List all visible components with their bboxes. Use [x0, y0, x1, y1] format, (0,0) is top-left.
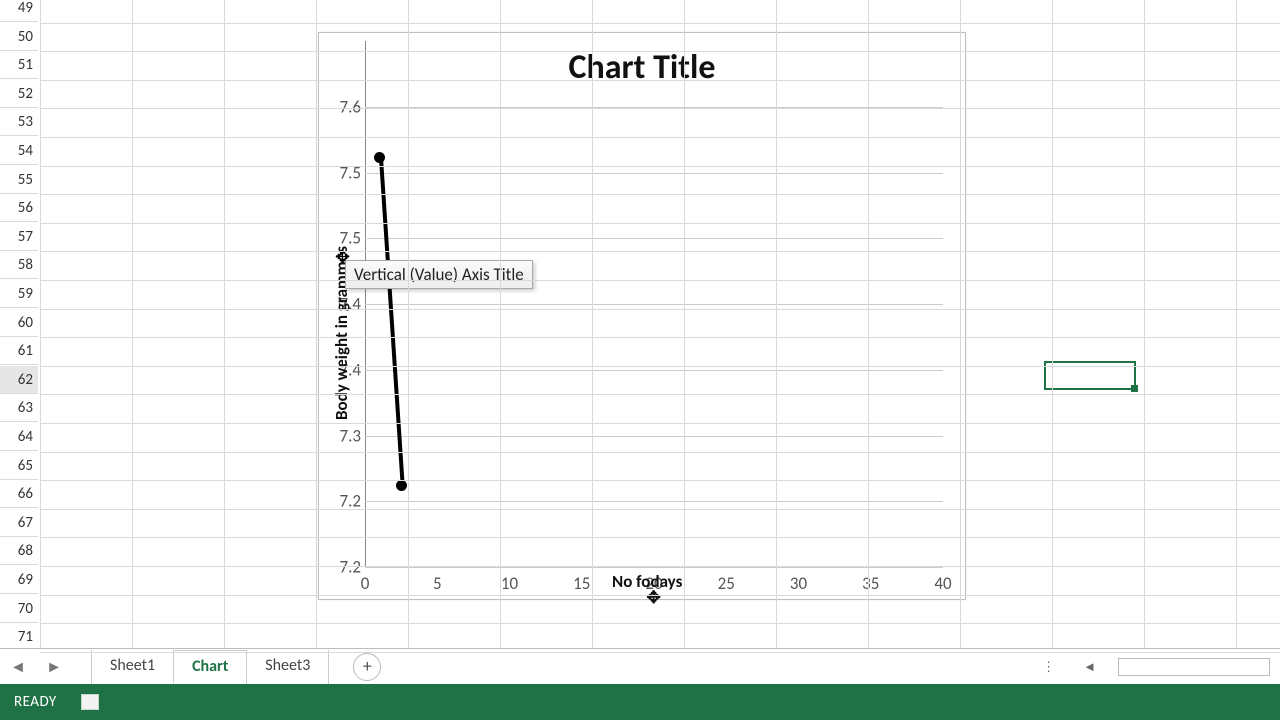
- x-tick-label: 35: [862, 573, 879, 594]
- row-header[interactable]: 64: [0, 423, 38, 451]
- row-header[interactable]: 52: [0, 80, 38, 108]
- row-headers: 4950515253545556575859606162636465666768…: [0, 0, 41, 648]
- sheet-tabs: Sheet1ChartSheet3: [92, 650, 329, 684]
- macro-record-icon[interactable]: [81, 694, 99, 710]
- row-header[interactable]: 69: [0, 566, 38, 594]
- row-header[interactable]: 58: [0, 251, 38, 279]
- row-header[interactable]: 66: [0, 480, 38, 508]
- x-tick-label: 40: [934, 573, 951, 594]
- row-header[interactable]: 49: [0, 0, 38, 22]
- axis-title-tooltip: Vertical (Value) Axis Title: [345, 260, 533, 289]
- x-tick-label: 25: [718, 573, 735, 594]
- row-header[interactable]: 60: [0, 309, 38, 337]
- x-tick-label: 15: [573, 573, 590, 594]
- row-header[interactable]: 53: [0, 108, 38, 136]
- row-header[interactable]: 55: [0, 166, 38, 194]
- y-gridline: [365, 501, 943, 502]
- row-header[interactable]: 51: [0, 51, 38, 79]
- row-header[interactable]: 59: [0, 280, 38, 308]
- row-header[interactable]: 70: [0, 595, 38, 623]
- y-gridline: [365, 567, 943, 568]
- row-header[interactable]: 56: [0, 194, 38, 222]
- hscroll-left[interactable]: ◄: [1077, 657, 1102, 677]
- y-gridline: [365, 304, 943, 305]
- sheet-tabs-strip: ◄ ► Sheet1ChartSheet3 + ⋮ ◄: [0, 648, 1280, 685]
- row-header[interactable]: 61: [0, 337, 38, 365]
- plot-area[interactable]: 7.27.27.37.47.47.57.57.60510152025303540: [365, 41, 943, 567]
- tab-nav-next[interactable]: ►: [36, 658, 72, 677]
- sheet-tab[interactable]: Sheet1: [91, 650, 174, 684]
- x-tick-label: 5: [433, 573, 442, 594]
- row-header[interactable]: 68: [0, 537, 38, 565]
- data-point[interactable]: [396, 480, 407, 491]
- cursor-overlay: ✥: [646, 587, 660, 608]
- row-header[interactable]: 54: [0, 137, 38, 165]
- x-tick-label: 30: [790, 573, 807, 594]
- horizontal-scrollbar[interactable]: [1118, 658, 1270, 676]
- y-gridline: [365, 370, 943, 371]
- y-tick-label: 7.3: [321, 425, 361, 446]
- row-header[interactable]: 50: [0, 23, 38, 51]
- row-header[interactable]: 63: [0, 394, 38, 422]
- row-header[interactable]: 67: [0, 509, 38, 537]
- row-header[interactable]: 57: [0, 223, 38, 251]
- x-axis-title-left: No fo: [612, 571, 650, 592]
- y-tick-label: 7.6: [321, 96, 361, 117]
- row-header[interactable]: 71: [0, 623, 38, 651]
- x-tick-label: 10: [501, 573, 518, 594]
- tab-nav-prev[interactable]: ◄: [0, 658, 36, 677]
- tabs-options-icon[interactable]: ⋮: [1036, 658, 1061, 677]
- y-gridline: [365, 238, 943, 239]
- x-tick-label: 0: [361, 573, 370, 594]
- status-text: READY: [14, 693, 57, 711]
- sheet-tab[interactable]: Sheet3: [246, 650, 329, 684]
- x-axis-title[interactable]: No fo✥days: [612, 571, 682, 592]
- new-sheet-button[interactable]: +: [353, 653, 381, 681]
- status-bar: READY: [0, 684, 1280, 720]
- row-header[interactable]: 62: [0, 366, 38, 394]
- y-gridline: [365, 436, 943, 437]
- y-tick-label: 7.2: [321, 557, 361, 578]
- row-header[interactable]: 65: [0, 452, 38, 480]
- y-gridline: [365, 173, 943, 174]
- sheet-tab[interactable]: Chart: [173, 650, 247, 684]
